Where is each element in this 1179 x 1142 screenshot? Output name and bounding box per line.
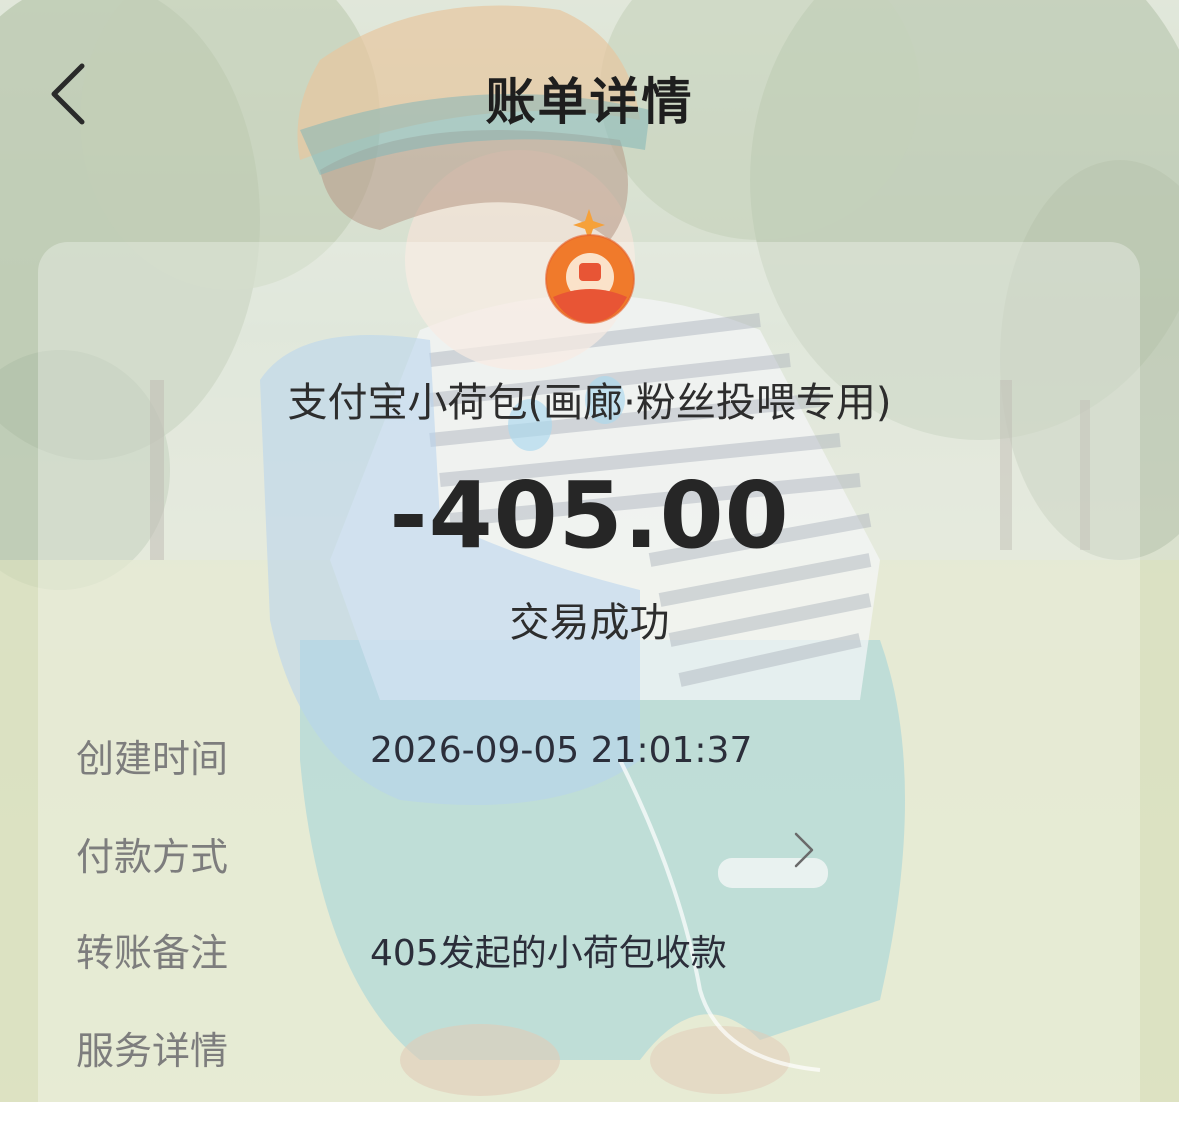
detail-label: 创建时间 — [76, 737, 229, 781]
detail-label: 服务详情 — [76, 1029, 229, 1073]
page-title: 账单详情 — [485, 73, 694, 131]
merchant-name: 支付宝小荷包(画廊·粉丝投喂专用) — [287, 380, 892, 426]
money-pouch-icon — [545, 209, 635, 324]
transaction-amount: -405.00 — [389, 462, 790, 569]
transaction-status: 交易成功 — [509, 600, 670, 646]
detail-row-transfer-note: 转账备注 405发起的小荷包收款 — [76, 922, 1116, 982]
detail-label: 付款方式 — [76, 835, 229, 879]
merchant-logo — [541, 205, 639, 325]
detail-value: 2026-09-05 21:01:37 — [370, 730, 753, 771]
detail-value: 405发起的小荷包收款 — [370, 933, 727, 974]
detail-row-service-details[interactable]: 服务详情 — [76, 1020, 1116, 1080]
chevron-right-icon — [794, 832, 814, 868]
detail-row-payment-method[interactable]: 付款方式 — [76, 826, 1116, 886]
detail-row-created-time: 创建时间 2026-09-05 21:01:37 — [76, 728, 1116, 788]
detail-label: 转账备注 — [76, 931, 229, 975]
